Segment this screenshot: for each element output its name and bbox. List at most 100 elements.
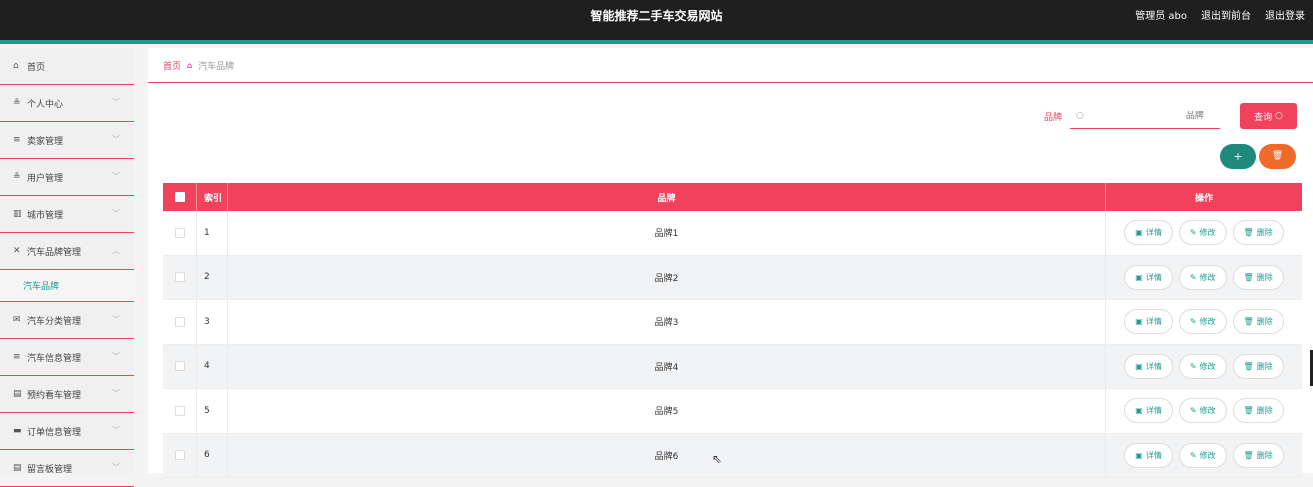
- chevron-down-icon: ﹀: [112, 98, 120, 107]
- edit-button[interactable]: ✎ 修改: [1178, 264, 1227, 290]
- sidebar-item-label: 汽车信息管理: [27, 353, 82, 364]
- edit-label: 修改: [1199, 272, 1216, 282]
- detail-icon: ▣: [1135, 272, 1143, 282]
- sidebar-item-label: 个人中心: [27, 99, 64, 110]
- row-index: 5: [196, 389, 228, 433]
- row-checkbox[interactable]: [174, 272, 185, 283]
- edit-icon: ✎: [1189, 228, 1197, 238]
- detail-label: 详情: [1145, 406, 1162, 416]
- chevron-down-icon: ﹀: [112, 463, 120, 472]
- row-checkbox[interactable]: [174, 227, 185, 238]
- search-input[interactable]: [1083, 110, 1224, 121]
- detail-icon: ▣: [1135, 361, 1143, 371]
- edit-icon: ✎: [1189, 317, 1197, 327]
- select-all-checkbox[interactable]: [174, 192, 185, 202]
- search-button-label: 查询: [1254, 112, 1273, 123]
- sidebar-item-appointment-mgmt[interactable]: ▤ 预约看车管理 ﹀: [0, 376, 134, 413]
- search-bar: 品牌 ○ 查询 ○: [1044, 103, 1297, 129]
- brand-table: 索引 品牌 操作 1 品牌1 ▣ 详情 ✎ 修改 🗑 删除 2 品牌2 ▣ 详情 ✎ 修改 🗑 删除 3 品牌3 ▣…: [163, 183, 1302, 478]
- table-body: 1 品牌1 ▣ 详情 ✎ 修改 🗑 删除 2 品牌2 ▣ 详情 ✎ 修改 🗑 删除 3 品牌3 ▣ 详情 ✎ 修改 🗑 删除 4…: [163, 211, 1302, 478]
- search-label: 品牌: [1043, 112, 1062, 123]
- main-content: 首页 ⌂ 汽车品牌 品牌 ○ 查询 ○ + 🗑 索引 品牌 操作 1品牌1▣详情…: [148, 48, 1313, 478]
- header-brand: 品牌: [228, 183, 1106, 211]
- sidebar-item-user-mgmt[interactable]: ≗ 用户管理 ﹀: [0, 159, 134, 196]
- header-actions: 管理员 abo 退出到前台 退出登录: [1135, 0, 1305, 40]
- sidebar-item-message-board-mgmt[interactable]: ▤ 留言板管理 ﹀: [0, 450, 134, 487]
- row-index: 4: [196, 344, 228, 388]
- home-icon: ⌂: [187, 60, 193, 70]
- sidebar-item-brand-mgmt[interactable]: ✕ 汽车品牌管理 ︿: [0, 233, 134, 270]
- edit-label: 修改: [1199, 317, 1216, 327]
- row-index: 2: [196, 255, 228, 299]
- edit-label: 修改: [1199, 361, 1216, 371]
- breadcrumb-home[interactable]: 首页: [163, 59, 181, 72]
- edit-button[interactable]: ✎ 修改: [1178, 398, 1227, 424]
- chevron-up-icon: ︿: [112, 246, 120, 255]
- sidebar-item-car-info-mgmt[interactable]: ≡ 汽车信息管理 ﹀: [0, 339, 134, 376]
- delete-button[interactable]: 🗑 删除: [1232, 264, 1284, 290]
- sidebar-item-label: 用户管理: [27, 173, 64, 184]
- sidebar-item-seller-mgmt[interactable]: ≡ 卖家管理 ﹀: [0, 122, 134, 159]
- edit-icon: ✎: [1189, 450, 1197, 460]
- sidebar-item-label: 订单信息管理: [27, 427, 82, 438]
- sidebar-item-personal-center[interactable]: ≗ 个人中心 ﹀: [0, 85, 134, 122]
- row-checkbox[interactable]: [174, 405, 185, 416]
- row-checkbox[interactable]: [174, 361, 185, 372]
- trash-icon: 🗑: [1243, 450, 1254, 460]
- detail-label: 详情: [1145, 317, 1162, 327]
- brand-icon: ✕: [13, 246, 21, 256]
- edit-button[interactable]: ✎ 修改: [1178, 442, 1227, 468]
- detail-button[interactable]: ▣ 详情: [1124, 353, 1173, 379]
- row-brand: 品牌2: [228, 255, 1106, 299]
- order-icon: ▬: [13, 426, 22, 436]
- detail-button[interactable]: ▣ 详情: [1124, 309, 1173, 335]
- list-icon: ≡: [13, 135, 21, 145]
- row-brand: 品牌5: [228, 389, 1106, 433]
- trash-icon: 🗑: [1243, 228, 1254, 238]
- edit-button[interactable]: ✎ 修改: [1178, 309, 1227, 335]
- row-brand: 品牌4: [228, 344, 1106, 388]
- delete-button[interactable]: 🗑 删除: [1232, 442, 1284, 468]
- edit-label: 修改: [1199, 450, 1216, 460]
- trash-icon: 🗑: [1243, 406, 1254, 416]
- edit-button[interactable]: ✎ 修改: [1178, 353, 1227, 379]
- table-row: 4 品牌4 ▣ 详情 ✎ 修改 🗑 删除: [163, 344, 1302, 389]
- search-icon: ○: [1275, 111, 1283, 121]
- trash-icon: 🗑: [1243, 317, 1254, 327]
- delete-button[interactable]: 🗑 删除: [1232, 220, 1284, 246]
- row-brand: 品牌3: [228, 300, 1106, 344]
- row-actions: ▣ 详情 ✎ 修改 🗑 删除: [1106, 211, 1302, 255]
- header-index: 索引: [196, 183, 228, 211]
- exit-to-front-link[interactable]: 退出到前台: [1201, 0, 1251, 40]
- delete-button[interactable]: 🗑 删除: [1232, 309, 1284, 335]
- row-checkbox[interactable]: [174, 316, 185, 327]
- sidebar-item-city-mgmt[interactable]: ▥ 城市管理 ﹀: [0, 196, 134, 233]
- row-index: 1: [196, 211, 228, 255]
- detail-button[interactable]: ▣ 详情: [1124, 220, 1173, 246]
- sidebar-item-order-mgmt[interactable]: ▬ 订单信息管理 ﹀: [0, 413, 134, 450]
- sidebar-item-category-mgmt[interactable]: ✉ 汽车分类管理 ﹀: [0, 302, 134, 339]
- search-button[interactable]: 查询 ○: [1240, 103, 1297, 129]
- table-header: 索引 品牌 操作: [163, 183, 1302, 211]
- chevron-down-icon: ﹀: [112, 172, 120, 181]
- delete-button[interactable]: 🗑 删除: [1232, 398, 1284, 424]
- detail-button[interactable]: ▣ 详情: [1124, 398, 1173, 424]
- person-icon: ≗: [13, 172, 21, 182]
- row-checkbox[interactable]: [174, 450, 185, 461]
- detail-button[interactable]: ▣ 详情: [1124, 264, 1173, 290]
- add-button[interactable]: +: [1220, 144, 1256, 169]
- sidebar-item-home[interactable]: ⌂ 首页: [0, 48, 134, 85]
- batch-delete-button[interactable]: 🗑: [1259, 144, 1296, 169]
- detail-button[interactable]: ▣ 详情: [1124, 442, 1173, 468]
- row-actions: ▣ 详情 ✎ 修改 🗑 删除: [1106, 300, 1302, 344]
- row-actions: ▣ 详情 ✎ 修改 🗑 删除: [1106, 256, 1302, 300]
- trash-icon: 🗑: [1243, 361, 1254, 371]
- detail-label: 详情: [1145, 450, 1162, 460]
- site-title: 智能推荐二手车交易网站: [590, 9, 723, 23]
- delete-button[interactable]: 🗑 删除: [1232, 353, 1284, 379]
- logout-link[interactable]: 退出登录: [1265, 0, 1305, 40]
- detail-label: 详情: [1145, 272, 1162, 282]
- sidebar-item-label: 城市管理: [27, 210, 64, 221]
- sidebar-subitem-car-brand[interactable]: 汽车品牌: [0, 270, 134, 302]
- edit-button[interactable]: ✎ 修改: [1178, 220, 1227, 246]
